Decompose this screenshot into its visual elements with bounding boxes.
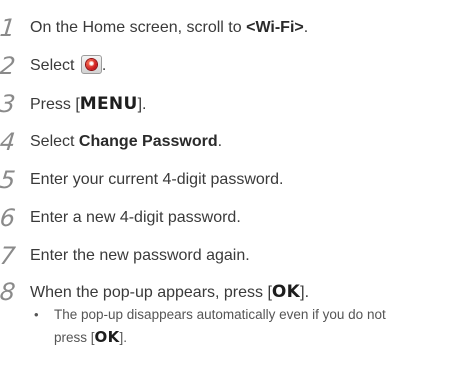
step-number: 7 [0, 242, 17, 270]
step-number: 3 [0, 90, 17, 118]
step-4: 4 Select Change Password. [0, 127, 470, 157]
step-number: 8 [0, 278, 17, 306]
ok-key-label: OK [94, 328, 120, 346]
step-5: 5 Enter your current 4-digit password. [0, 165, 470, 195]
menu-key-label: MENU [79, 94, 138, 114]
step-text: Select Change Password. [30, 133, 223, 150]
step-7: 7 Enter the new password again. [0, 241, 470, 271]
note-text: The pop-up disappears automatically even… [54, 304, 464, 349]
step-text: Enter the new password again. [30, 247, 250, 264]
bullet: • [34, 307, 39, 322]
change-password-label: Change Password [78, 133, 218, 150]
note-line-1: The pop-up disappears automatically even… [54, 307, 386, 322]
step-6: 6 Enter a new 4-digit password. [0, 203, 470, 233]
wifi-app-icon [80, 55, 102, 74]
step-text: Enter your current 4-digit password. [30, 171, 284, 188]
step-1: 1 On the Home screen, scroll to <Wi-Fi>. [0, 13, 470, 43]
wifi-menu-label: <Wi-Fi> [246, 19, 304, 36]
step-number: 5 [0, 166, 17, 194]
step-text: Enter a new 4-digit password. [30, 209, 241, 226]
step-2: 2 Select . [0, 51, 470, 81]
step-3: 3 Press [MENU]. [0, 89, 470, 119]
step-number: 4 [0, 128, 17, 156]
step-number: 6 [0, 204, 17, 232]
step-number: 2 [0, 52, 17, 80]
step-text: Press [MENU]. [30, 94, 147, 114]
step-text: On the Home screen, scroll to <Wi-Fi>. [30, 19, 309, 36]
note-line-2: press [OK]. [54, 328, 128, 346]
step-text: Select . [30, 55, 107, 74]
step-number: 1 [0, 14, 17, 42]
ok-key-label: OK [271, 282, 301, 302]
step-8: 8 When the pop-up appears, press [OK]. [0, 277, 470, 307]
